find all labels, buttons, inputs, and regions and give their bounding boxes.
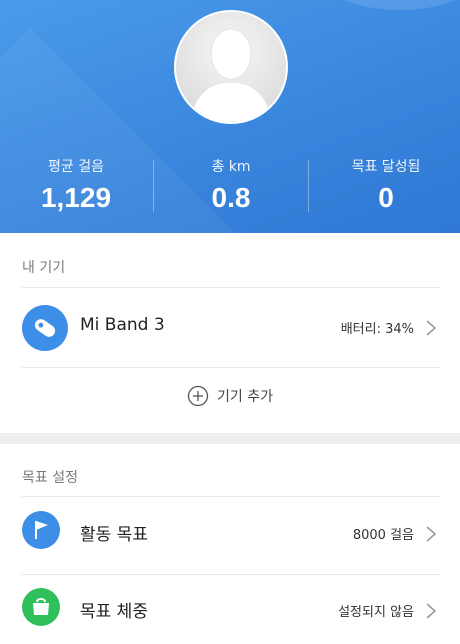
section-title-devices: 내 기기 xyxy=(22,260,66,276)
stat-average-steps: 평균 걸음 1,129 xyxy=(1,156,151,214)
stat-label: 총 km xyxy=(211,159,251,175)
divider xyxy=(22,287,440,288)
chevron-right-icon xyxy=(426,320,437,336)
divider xyxy=(22,367,440,368)
plus-circle-icon xyxy=(187,385,209,407)
device-battery-status: 배터리: 34% xyxy=(340,322,414,337)
goal-value: 8000 걸음 xyxy=(352,528,414,543)
stat-value: 0.8 xyxy=(211,182,251,213)
profile-header: 평균 걸음 1,129 총 km 0.8 목표 달성됨 0 xyxy=(0,0,460,233)
divider xyxy=(22,496,440,497)
stat-label: 평균 걸음 xyxy=(48,159,104,175)
divider xyxy=(22,574,440,575)
weight-icon xyxy=(22,588,60,626)
goal-row-activity[interactable]: 활동 목표 8000 걸음 xyxy=(0,505,460,565)
header-decoration xyxy=(320,0,460,10)
device-row-mi-band[interactable]: Mi Band 3 배터리: 34% xyxy=(0,297,460,357)
goal-name: 목표 체중 xyxy=(80,602,148,622)
flag-icon xyxy=(22,511,60,549)
stat-divider xyxy=(308,160,309,212)
stat-label: 목표 달성됨 xyxy=(351,159,421,175)
stat-total-km: 총 km 0.8 xyxy=(156,156,306,214)
chevron-right-icon xyxy=(426,603,437,619)
stat-divider xyxy=(153,160,154,212)
goal-name: 활동 목표 xyxy=(80,525,148,545)
stat-goals-achieved: 목표 달성됨 0 xyxy=(311,156,460,214)
stat-value: 0 xyxy=(378,182,394,213)
band-icon xyxy=(22,305,68,351)
section-title-goals: 목표 설정 xyxy=(22,470,78,486)
device-name: Mi Band 3 xyxy=(80,315,165,335)
chevron-right-icon xyxy=(426,526,437,542)
add-device-button[interactable]: 기기 추가 xyxy=(0,385,460,415)
section-separator xyxy=(0,433,460,444)
goal-value: 설정되지 않음 xyxy=(338,605,414,620)
stat-value: 1,129 xyxy=(40,182,112,213)
default-avatar-icon xyxy=(176,12,286,122)
goal-row-weight[interactable]: 목표 체중 설정되지 않음 xyxy=(0,580,460,640)
add-device-label: 기기 추가 xyxy=(217,389,273,405)
avatar[interactable] xyxy=(174,10,288,124)
